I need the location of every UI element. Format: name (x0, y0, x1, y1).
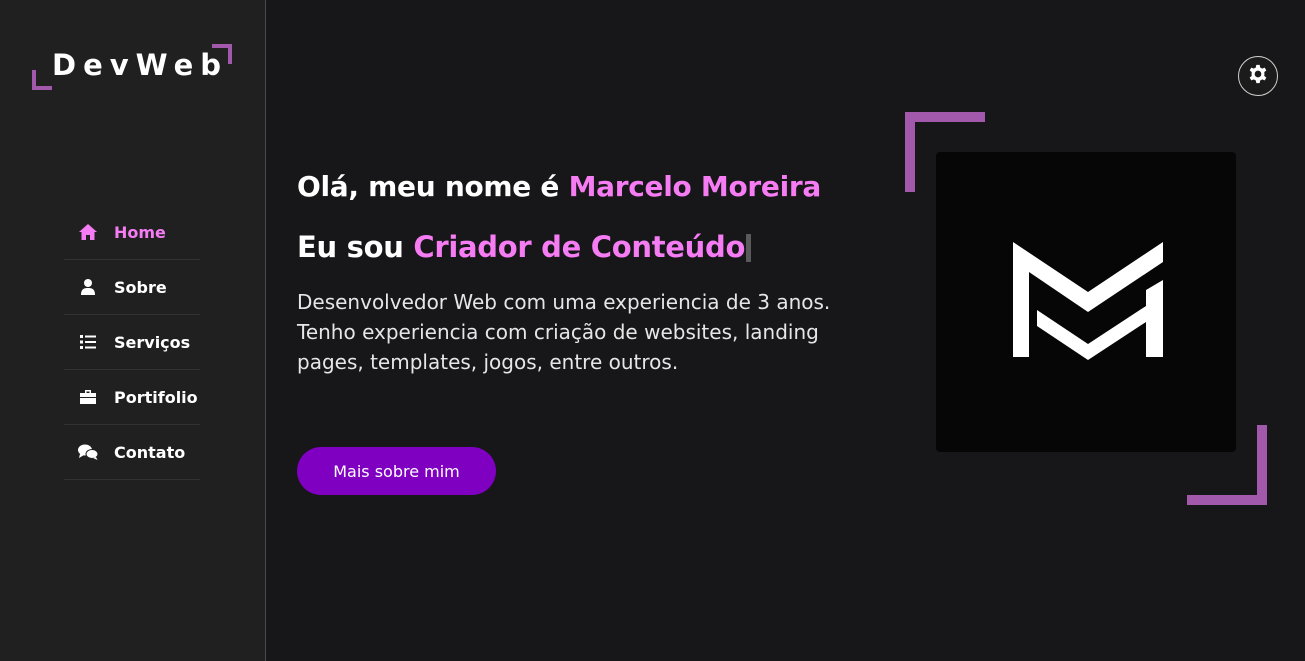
mm-logo-icon (1013, 242, 1163, 360)
typing-cursor (746, 234, 752, 262)
sidebar-item-sobre[interactable]: Sobre (64, 260, 200, 315)
sidebar-item-label: Sobre (114, 277, 167, 297)
role-prefix: Eu sou (297, 230, 414, 264)
chat-icon (78, 442, 98, 462)
hero-greeting: Olá, meu nome é Marcelo Moreira (297, 170, 821, 203)
settings-button[interactable] (1238, 56, 1278, 96)
more-about-me-button[interactable]: Mais sobre mim (297, 447, 496, 495)
profile-image (936, 152, 1236, 452)
brand-name: DevWeb (52, 48, 229, 82)
main-content: Olá, meu nome é Marcelo Moreira Eu sou C… (267, 0, 1305, 661)
sidebar-nav: Home Sobre Serviços Portifolio Contato (64, 205, 200, 480)
greeting-text: Olá, meu nome é (297, 170, 569, 203)
user-icon (78, 277, 98, 297)
sidebar-item-label: Contato (114, 442, 186, 462)
sidebar-item-contato[interactable]: Contato (64, 425, 200, 480)
sidebar-item-label: Serviços (114, 332, 191, 352)
list-icon (78, 332, 98, 352)
home-icon (78, 222, 98, 242)
sidebar-item-servicos[interactable]: Serviços (64, 315, 200, 370)
briefcase-icon (78, 387, 98, 407)
sidebar-item-home[interactable]: Home (64, 205, 200, 260)
brand-logo[interactable]: DevWeb (32, 44, 232, 90)
sidebar-item-label: Portifolio (114, 387, 198, 407)
hero-name: Marcelo Moreira (568, 170, 822, 203)
role-text: Criador de Conteúdo (413, 230, 746, 264)
sidebar-item-label: Home (114, 222, 166, 242)
hero-description: Desenvolvedor Web com uma experiencia de… (297, 290, 831, 374)
hero-role: Eu sou Criador de Conteúdo (297, 230, 752, 264)
sidebar-item-portifolio[interactable]: Portifolio (64, 370, 200, 425)
sidebar: DevWeb Home Sobre Serviços Portifolio Co… (0, 0, 266, 661)
logo-corner-bottom-left (32, 70, 52, 90)
gear-icon (1248, 64, 1268, 88)
